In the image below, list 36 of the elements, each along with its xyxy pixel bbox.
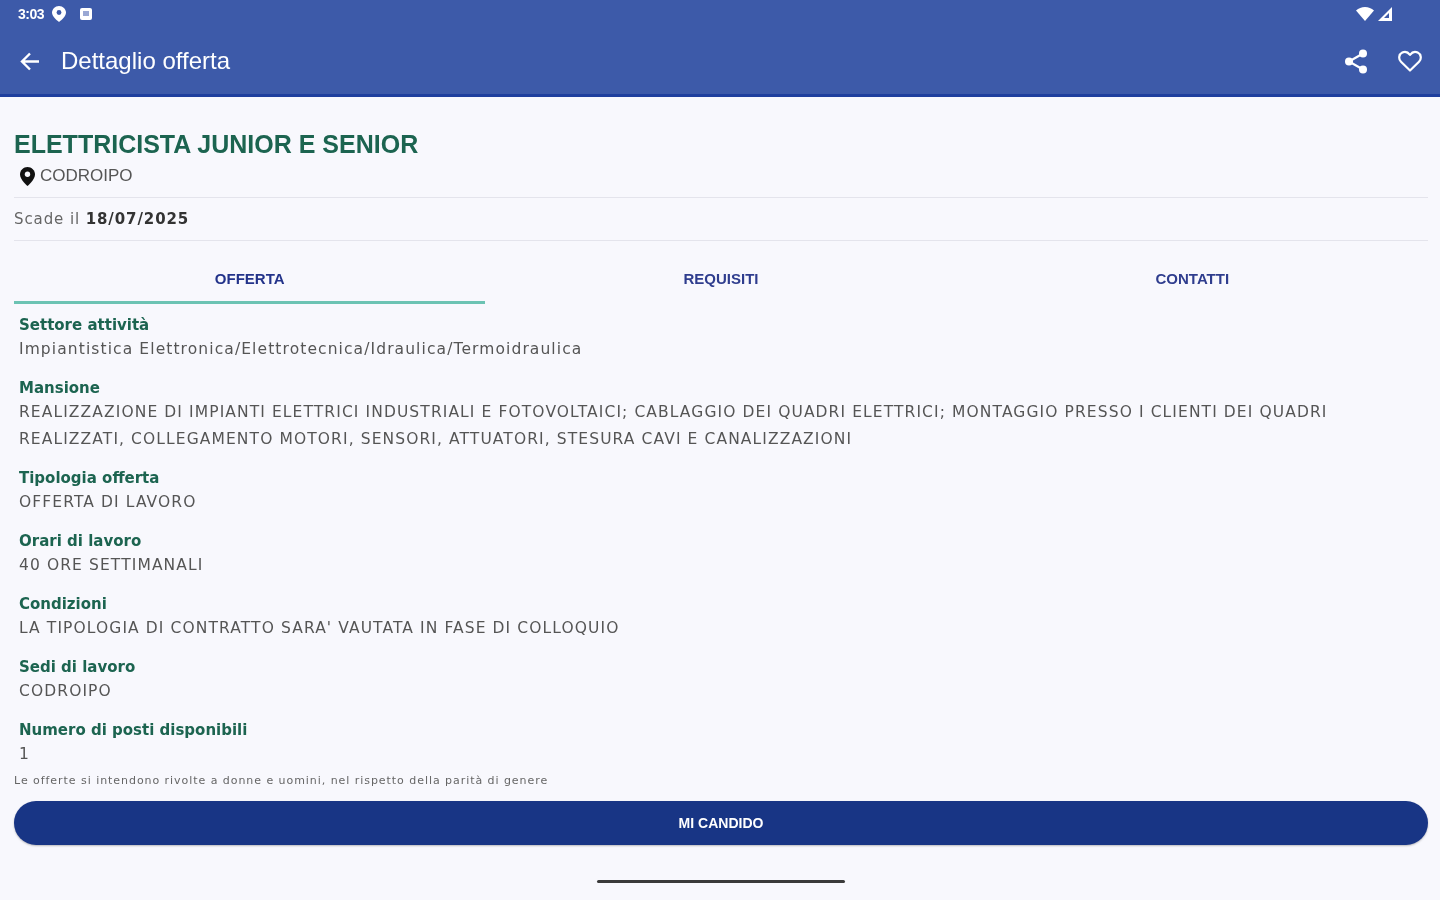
field-label: Sedi di lavoro xyxy=(19,657,137,678)
location-text: CODROIPO xyxy=(40,165,133,187)
signal-icon xyxy=(1378,7,1392,21)
field-value: OFFERTA DI LAVORO xyxy=(19,492,198,513)
tab[interactable]: CONTATTI xyxy=(956,241,1428,304)
field-value: 40 ORE SETTIMANALI xyxy=(19,555,205,576)
favorite-button[interactable] xyxy=(1398,50,1422,72)
job-title: ELETTRICISTA JUNIOR E SENIOR xyxy=(14,129,420,159)
field-value: LA TIPOLOGIA DI CONTRATTO SARA' VAUTATA IN FASE DI COLLOQUIO xyxy=(19,618,621,639)
field-label: Settore attività xyxy=(19,315,151,336)
wifi-icon xyxy=(1356,7,1374,21)
field-value: Impiantistica Elettronica/Elettrotecnica/Idraulica/Termoidraulica xyxy=(19,339,584,360)
field-label: Numero di posti disponibili xyxy=(19,720,249,741)
tab[interactable]: OFFERTA xyxy=(14,241,486,304)
field-value: REALIZZAZIONE DI IMPIANTI ELETTRICI INDUSTRIALI E FOTOVOLTAICI; CABLAGGIO DEI QUADRI ELETTRICI; MONTAGGIO PRESSO I CLIENTI DEI QUADRI REALIZZATI, COLLEGAMENTO MOTORI, SENSORI, ATTUATORI, STESURA CAVI E CANALIZZAZIONI xyxy=(19,402,1329,450)
back-button[interactable] xyxy=(20,51,40,71)
status-time: 3:03 xyxy=(18,4,45,24)
heart-icon xyxy=(1398,50,1422,72)
location-pin-icon xyxy=(52,6,67,22)
back-arrow-icon xyxy=(20,51,40,71)
field-value: 1 xyxy=(19,744,31,765)
apply-button[interactable]: MI CANDIDO xyxy=(14,801,1428,845)
navigation-handle[interactable] xyxy=(597,880,845,883)
share-icon xyxy=(1344,48,1368,74)
location-pin-icon xyxy=(20,166,35,186)
field-value: CODROIPO xyxy=(19,681,113,702)
disclaimer-text: Le offerte si intendono rivolte a donne e uomini, nel rispetto della parità di genere xyxy=(14,773,550,789)
square-icon xyxy=(80,8,93,20)
page-title: Dettaglio offerta xyxy=(61,46,230,76)
share-button[interactable] xyxy=(1344,48,1368,74)
field-label: Condizioni xyxy=(19,594,108,615)
expiry-date-text: Scade il 18/07/2025 xyxy=(14,209,191,230)
field-label: Tipologia offerta xyxy=(19,468,161,489)
field-label: Mansione xyxy=(19,378,101,399)
field-label: Orari di lavoro xyxy=(19,531,143,552)
tab[interactable]: REQUISITI xyxy=(485,241,957,304)
